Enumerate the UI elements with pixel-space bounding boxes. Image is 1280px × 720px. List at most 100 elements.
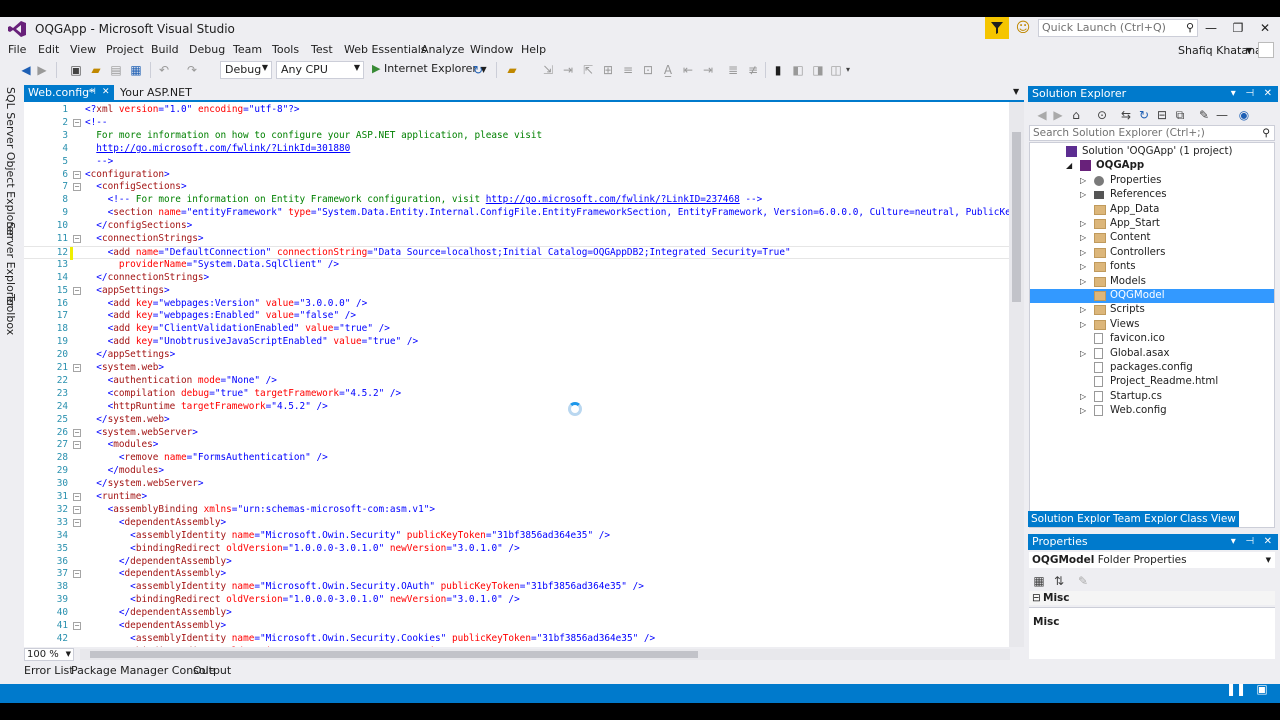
code-line[interactable]: 13 providerName="System.Data.SqlClient" … — [24, 259, 1009, 272]
scrollbar-thumb[interactable] — [1012, 132, 1021, 302]
notifications-button[interactable] — [985, 17, 1009, 39]
show-all-files-icon[interactable]: ⧉ — [1172, 107, 1188, 123]
uncomment-icon[interactable]: ≢ — [745, 62, 761, 78]
code-line[interactable]: 26− <system.webServer> — [24, 427, 1009, 440]
code-line[interactable]: 40 </dependentAssembly> — [24, 607, 1009, 620]
tree-item-models[interactable]: ▷ Models — [1030, 275, 1274, 289]
code-editor[interactable]: 1 <?xml version="1.0" encoding="utf-8"?> 2… — [24, 102, 1024, 647]
tree-item-content[interactable]: ▷ Content — [1030, 231, 1274, 245]
alphabetical-icon[interactable]: ⇅ — [1051, 573, 1067, 589]
increase-indent-icon[interactable]: ⇥ — [700, 62, 716, 78]
code-line[interactable]: 41− <dependentAssembly> — [24, 620, 1009, 633]
code-line[interactable]: 12 <add name="DefaultConnection" connect… — [24, 245, 1009, 260]
tree-item-views[interactable]: ▷ Views — [1030, 318, 1274, 332]
menu-web-essentials[interactable]: Web Essentials — [344, 43, 427, 56]
property-category-misc[interactable]: ⊟ Misc — [1029, 591, 1275, 605]
menu-tools[interactable]: Tools — [272, 43, 299, 56]
back-icon[interactable]: ◀ — [1034, 107, 1050, 123]
refresh-icon[interactable]: ↻ — [1136, 107, 1152, 123]
back-icon[interactable]: ◀ — [18, 62, 34, 78]
code-line[interactable]: 34 <assemblyIdentity name="Microsoft.Owi… — [24, 530, 1009, 543]
menu-view[interactable]: View — [70, 43, 96, 56]
solution-tree[interactable]: Solution 'OQGApp' (1 project) ◢ OQGApp ▷ Pro… — [1029, 142, 1275, 528]
new-project-icon[interactable]: ▣ — [68, 62, 84, 78]
collapsed-arrow-icon[interactable]: ▷ — [1080, 303, 1086, 317]
collapsed-arrow-icon[interactable]: ▷ — [1080, 217, 1086, 231]
save-icon[interactable]: ▤ — [108, 62, 124, 78]
properties-icon[interactable]: ✎ — [1196, 107, 1212, 123]
open-file-icon[interactable]: ▰ — [88, 62, 104, 78]
browser-link-icon[interactable]: ▰ — [504, 62, 520, 78]
code-line[interactable]: 11− <connectionStrings> — [24, 233, 1009, 246]
solution-configuration-select[interactable]: Debug ▼ — [220, 61, 272, 79]
code-line[interactable]: 42 <assemblyIdentity name="Microsoft.Owi… — [24, 633, 1009, 646]
properties-header[interactable]: Properties ▾ ⊣ ✕ — [1028, 534, 1278, 550]
tree-item-properties[interactable]: ▷ Properties — [1030, 174, 1274, 188]
browser-icon[interactable]: ◉ — [1236, 107, 1252, 123]
code-line[interactable]: 16 <add key="webpages:Version" value="3.… — [24, 298, 1009, 311]
code-line[interactable]: 10 </configSections> — [24, 220, 1009, 233]
forward-icon[interactable]: ▶ — [1050, 107, 1066, 123]
prev-bookmark-icon[interactable]: ◧ — [790, 62, 806, 78]
tree-item-oqgmodel[interactable]: OQGModel — [1030, 289, 1274, 304]
tree-item-oqgapp[interactable]: ◢ OQGApp — [1030, 159, 1274, 173]
home-icon[interactable]: ⌂ — [1068, 107, 1084, 123]
close-icon[interactable]: ✕ — [102, 85, 110, 100]
preview-icon[interactable]: — — [1214, 107, 1230, 123]
code-line[interactable]: 22 <authentication mode="None" /> — [24, 375, 1009, 388]
code-line[interactable]: 23 <compilation debug="true" targetFrame… — [24, 388, 1009, 401]
tree-item-controllers[interactable]: ▷ Controllers — [1030, 246, 1274, 260]
sql-server-object-explorer-tab[interactable]: SQL Server Object Explorer — [4, 87, 17, 237]
forward-icon[interactable]: ▶ — [34, 62, 50, 78]
minimize-button[interactable]: — — [1198, 19, 1224, 37]
close-button[interactable]: ✕ — [1252, 19, 1278, 37]
rename-icon[interactable]: A̲ — [660, 62, 676, 78]
menu-project[interactable]: Project — [106, 43, 144, 56]
collapsed-arrow-icon[interactable]: ▷ — [1080, 404, 1086, 418]
tree-item-fonts[interactable]: ▷ fonts — [1030, 260, 1274, 274]
menu-window[interactable]: Window — [470, 43, 513, 56]
code-line[interactable]: 6− <configuration> — [24, 169, 1009, 182]
menu-edit[interactable]: Edit — [38, 43, 59, 56]
collapse-region-icon[interactable]: − — [73, 286, 81, 295]
code-line[interactable]: 1 <?xml version="1.0" encoding="utf-8"?> — [24, 104, 1009, 117]
properties-object-select[interactable]: OQGModel Folder Properties ▼ — [1029, 552, 1275, 568]
code-line[interactable]: 37− <dependentAssembly> — [24, 568, 1009, 581]
close-icon[interactable]: ✕ — [1264, 536, 1272, 547]
collapsed-arrow-icon[interactable]: ▷ — [1080, 188, 1086, 202]
pin-icon[interactable]: ⊣ — [1245, 536, 1254, 547]
comment-icon[interactable]: ≣ — [725, 62, 741, 78]
pause-icon[interactable]: ❚❚ — [1226, 680, 1246, 698]
find-icon[interactable]: ⊡ — [640, 62, 656, 78]
code-line[interactable]: 24 <httpRuntime targetFramework="4.5.2" … — [24, 401, 1009, 414]
code-line[interactable]: 31− <runtime> — [24, 491, 1009, 504]
code-line[interactable]: 28 <remove name="FormsAuthentication" /> — [24, 452, 1009, 465]
tree-item-web-config[interactable]: ▷ Web.config — [1030, 404, 1274, 418]
tab-class-view[interactable]: Class View — [1177, 511, 1239, 527]
menu-team[interactable]: Team — [233, 43, 262, 56]
sync-icon[interactable]: ⇆ — [1118, 107, 1134, 123]
step-out-icon[interactable]: ⇱ — [580, 62, 596, 78]
collapse-icon[interactable]: ⊟ — [1032, 591, 1041, 605]
tree-item-startup-cs[interactable]: ▷ Startup.cs — [1030, 390, 1274, 404]
toolbox-tab[interactable]: Toolbox — [4, 294, 17, 335]
solution-explorer-search-input[interactable]: Search Solution Explorer (Ctrl+;) ⚲ — [1029, 125, 1275, 141]
pending-changes-icon[interactable]: ⊙ — [1094, 107, 1110, 123]
code-line[interactable]: 5 --> — [24, 156, 1009, 169]
next-bookmark-icon[interactable]: ◨ — [810, 62, 826, 78]
collapse-region-icon[interactable]: − — [73, 183, 81, 192]
code-line[interactable]: 30 </system.webServer> — [24, 478, 1009, 491]
code-line[interactable]: 32− <assemblyBinding xmlns="urn:schemas-… — [24, 504, 1009, 517]
code-line[interactable]: 38 <assemblyIdentity name="Microsoft.Owi… — [24, 581, 1009, 594]
scrollbar-thumb[interactable] — [90, 651, 698, 658]
tree-item-global-asax[interactable]: ▷ Global.asax — [1030, 347, 1274, 361]
bookmark-icon[interactable]: ▮ — [770, 62, 786, 78]
menu-analyze[interactable]: Analyze — [421, 43, 464, 56]
vertical-scrollbar[interactable]: ⊕ — [1009, 102, 1024, 647]
collapsed-arrow-icon[interactable]: ▷ — [1080, 318, 1086, 332]
code-line[interactable]: 33− <dependentAssembly> — [24, 517, 1009, 530]
avatar[interactable] — [1258, 42, 1274, 58]
collapsed-arrow-icon[interactable]: ▷ — [1080, 390, 1086, 404]
collapse-region-icon[interactable]: − — [73, 364, 81, 372]
menu-build[interactable]: Build — [151, 43, 179, 56]
